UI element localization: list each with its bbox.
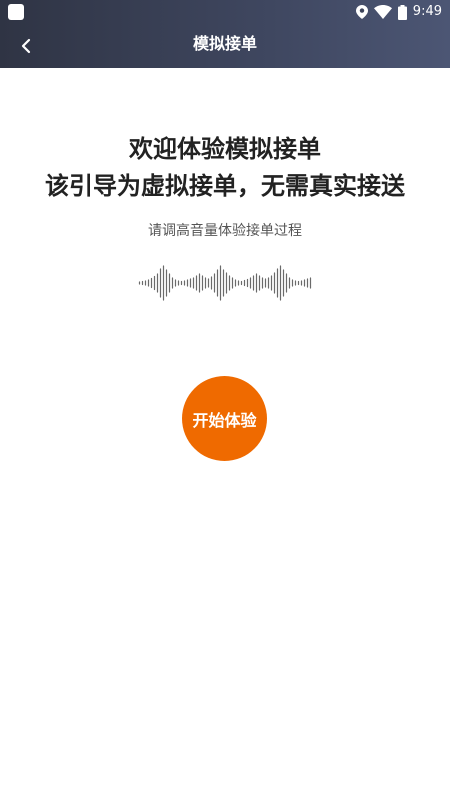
welcome-headline: 欢迎体验模拟接单 xyxy=(129,135,321,163)
status-icons: 9:49 xyxy=(355,3,442,21)
battery-icon xyxy=(397,4,407,20)
volume-hint: 请调高音量体验接单过程 xyxy=(148,223,302,239)
nav-bar: 模拟接单 xyxy=(0,24,450,68)
start-experience-button[interactable]: 开始体验 xyxy=(182,376,267,461)
app-icon xyxy=(8,4,24,20)
status-bar: 9:49 xyxy=(0,0,450,24)
screen: 9:49 模拟接单 欢迎体验模拟接单 该引导为虚拟接单，无需真实接送 请调高音量… xyxy=(0,0,450,800)
guide-headline: 该引导为虚拟接单，无需真实接送 xyxy=(45,172,405,200)
location-icon xyxy=(355,5,368,19)
status-time: 9:49 xyxy=(412,4,442,19)
wifi-icon xyxy=(373,5,392,19)
page-title: 模拟接单 xyxy=(192,34,257,53)
header: 9:49 模拟接单 xyxy=(0,0,450,68)
sound-wave-icon xyxy=(138,265,312,301)
